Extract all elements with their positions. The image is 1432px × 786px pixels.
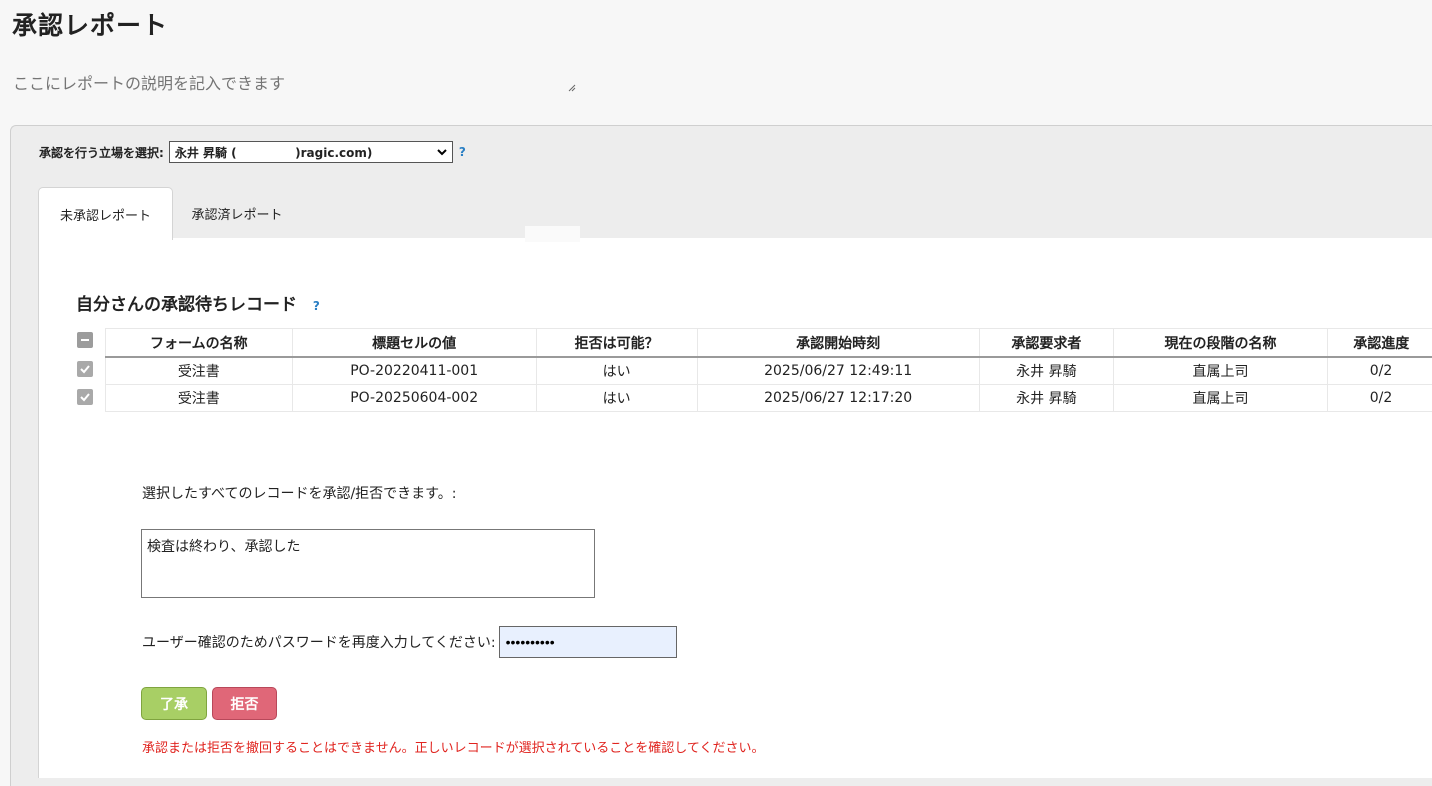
password-input[interactable] [499,626,677,658]
section-title: 自分さんの承認待ちレコード ? [76,290,320,315]
column-header[interactable]: フォームの名称 [106,329,293,358]
resize-grip-icon[interactable] [568,84,576,92]
approve-button[interactable]: 了承 [141,687,207,720]
checkmark-icon [79,363,91,375]
table-cell: 2025/06/27 12:49:11 [697,357,979,385]
table-cell: 直属上司 [1114,385,1328,412]
column-header[interactable]: 現在の段階の名称 [1114,329,1328,358]
table-cell: 0/2 [1327,385,1432,412]
table-cell: はい [536,357,697,385]
password-label: ユーザー確認のためパスワードを再度入力してください: [142,632,496,652]
table-cell: 受注書 [106,385,293,412]
table-cell: 永井 昇騎 [979,357,1113,385]
section-title-text: 自分さんの承認待ちレコード [76,295,297,315]
column-header[interactable]: 拒否は可能？ [536,329,697,358]
bulk-action-label: 選択したすべてのレコードを承認/拒否できます。: [142,483,457,503]
section-help-icon[interactable]: ? [313,299,320,313]
column-header[interactable]: 承認開始時刻 [697,329,979,358]
table-cell: 2025/06/27 12:17:20 [697,385,979,412]
role-help-icon[interactable]: ? [459,145,466,159]
table-header-row: フォームの名称 標題セルの値 拒否は可能？ 承認開始時刻 承認要求者 現在の段階… [106,329,1432,358]
tab-indicator [525,226,580,242]
row-checkbox[interactable] [77,361,93,377]
table-cell: PO-20250604-002 [292,385,536,412]
tab-approved[interactable]: 承認済レポート [172,187,302,239]
comment-input[interactable]: 検査は終わり、承認した [141,529,595,598]
row-checkbox[interactable] [77,389,93,405]
description-input[interactable] [13,70,573,96]
role-selected-value: 永井 昇騎 ( )ragic.com) [175,144,373,161]
reject-button[interactable]: 拒否 [212,687,277,720]
column-header[interactable]: 承認進度 [1327,329,1432,358]
checkmark-icon [79,391,91,403]
select-all-checkbox[interactable] [77,332,93,348]
role-selector-row: 承認を行う立場を選択: 永井 昇騎 ( )ragic.com) ? [39,141,466,163]
description-area [0,58,582,98]
pending-records-table: フォームの名称 標題セルの値 拒否は可能？ 承認開始時刻 承認要求者 現在の段階… [105,328,1432,412]
table-cell: 永井 昇騎 [979,385,1113,412]
table-row[interactable]: 受注書 PO-20220411-001 はい 2025/06/27 12:49:… [106,357,1432,385]
table-cell: 直属上司 [1114,357,1328,385]
chevron-down-icon [437,145,447,159]
password-row: ユーザー確認のためパスワードを再度入力してください: [142,626,677,658]
table-cell: PO-20220411-001 [292,357,536,385]
column-header[interactable]: 標題セルの値 [292,329,536,358]
role-label: 承認を行う立場を選択: [39,144,164,161]
column-header[interactable]: 承認要求者 [979,329,1113,358]
table-row[interactable]: 受注書 PO-20250604-002 はい 2025/06/27 12:17:… [106,385,1432,412]
page-title: 承認レポート [12,6,168,42]
table-cell: はい [536,385,697,412]
role-select[interactable]: 永井 昇騎 ( )ragic.com) [169,141,453,163]
table-cell: 0/2 [1327,357,1432,385]
tab-pending[interactable]: 未承認レポート [38,187,173,240]
table-cell: 受注書 [106,357,293,385]
warning-message: 承認または拒否を撤回することはできません。正しいレコードが選択されていることを確… [142,737,764,756]
